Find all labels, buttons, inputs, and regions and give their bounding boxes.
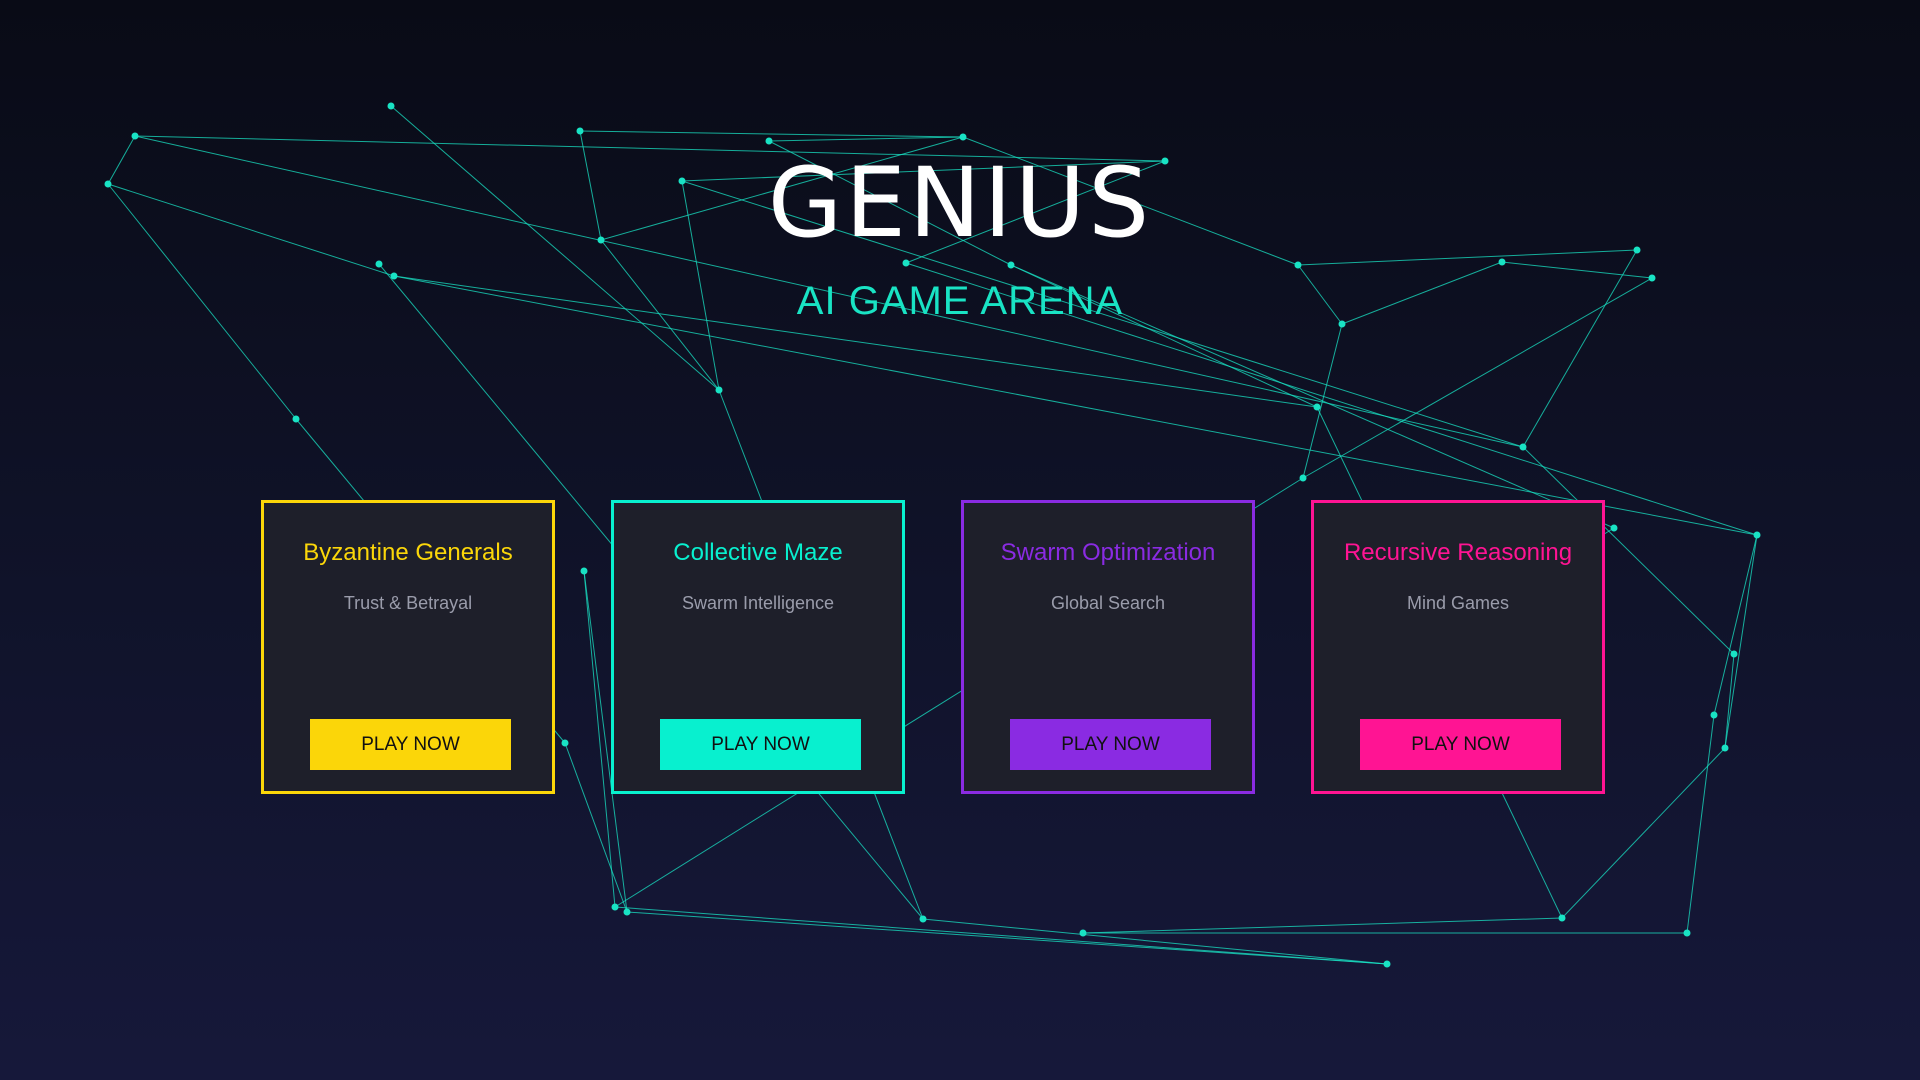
network-node xyxy=(292,415,300,423)
network-node xyxy=(1519,443,1527,451)
network-node xyxy=(1299,474,1307,482)
play-now-button[interactable]: PLAY NOW xyxy=(1010,719,1211,770)
card-subtitle: Mind Games xyxy=(1406,593,1510,613)
play-now-button[interactable]: PLAY NOW xyxy=(310,719,511,770)
card-title: Swarm Optimization xyxy=(1000,539,1216,566)
network-node xyxy=(1007,261,1015,269)
network-node xyxy=(1294,261,1302,269)
network-node xyxy=(959,133,967,141)
network-node xyxy=(765,137,773,145)
game-card-collective-maze[interactable]: Collective Maze Swarm Intelligence PLAY … xyxy=(611,500,905,794)
network-edge xyxy=(768,136,964,142)
network-node xyxy=(611,903,619,911)
network-node xyxy=(1079,929,1087,937)
network-edge xyxy=(579,130,964,138)
network-node xyxy=(1683,929,1691,937)
network-node xyxy=(375,260,383,268)
network-node xyxy=(1730,650,1738,658)
network-node xyxy=(1753,531,1761,539)
network-node xyxy=(561,739,569,747)
network-node xyxy=(919,915,927,923)
network-node xyxy=(1313,403,1321,411)
game-card-swarm-optimization[interactable]: Swarm Optimization Global Search PLAY NO… xyxy=(961,500,1255,794)
network-edge xyxy=(1724,534,1758,749)
card-title: Recursive Reasoning xyxy=(1343,539,1573,566)
network-node xyxy=(715,386,723,394)
network-node xyxy=(1710,711,1718,719)
network-node xyxy=(387,102,395,110)
card-subtitle: Swarm Intelligence xyxy=(681,593,835,613)
page-subtitle: AI GAME ARENA xyxy=(796,279,1124,323)
play-now-button[interactable]: PLAY NOW xyxy=(660,719,861,770)
network-node xyxy=(902,259,910,267)
game-card-recursive-reasoning[interactable]: Recursive Reasoning Mind Games PLAY NOW xyxy=(1311,500,1605,794)
network-node xyxy=(1383,960,1391,968)
network-node xyxy=(1498,258,1506,266)
network-edge xyxy=(614,906,1388,965)
network-edge xyxy=(626,911,1388,965)
play-now-button[interactable]: PLAY NOW xyxy=(1360,719,1561,770)
network-node xyxy=(1610,524,1618,532)
network-node xyxy=(1721,744,1729,752)
network-node xyxy=(131,132,139,140)
card-title: Collective Maze xyxy=(673,539,843,566)
network-node xyxy=(623,908,631,916)
page-title: GENIUS xyxy=(767,147,1153,259)
network-edge xyxy=(1501,261,1653,279)
card-subtitle: Global Search xyxy=(1050,593,1166,613)
game-card-byzantine-generals[interactable]: Byzantine Generals Trust & Betrayal PLAY… xyxy=(261,500,555,794)
network-node xyxy=(1558,914,1566,922)
network-edge xyxy=(1686,714,1715,934)
card-title: Byzantine Generals xyxy=(303,539,513,566)
network-edge xyxy=(1713,534,1758,716)
network-edge xyxy=(1082,917,1563,934)
network-edge xyxy=(1724,653,1735,749)
network-node xyxy=(580,567,588,575)
network-node xyxy=(576,127,584,135)
card-subtitle: Trust & Betrayal xyxy=(343,593,473,613)
